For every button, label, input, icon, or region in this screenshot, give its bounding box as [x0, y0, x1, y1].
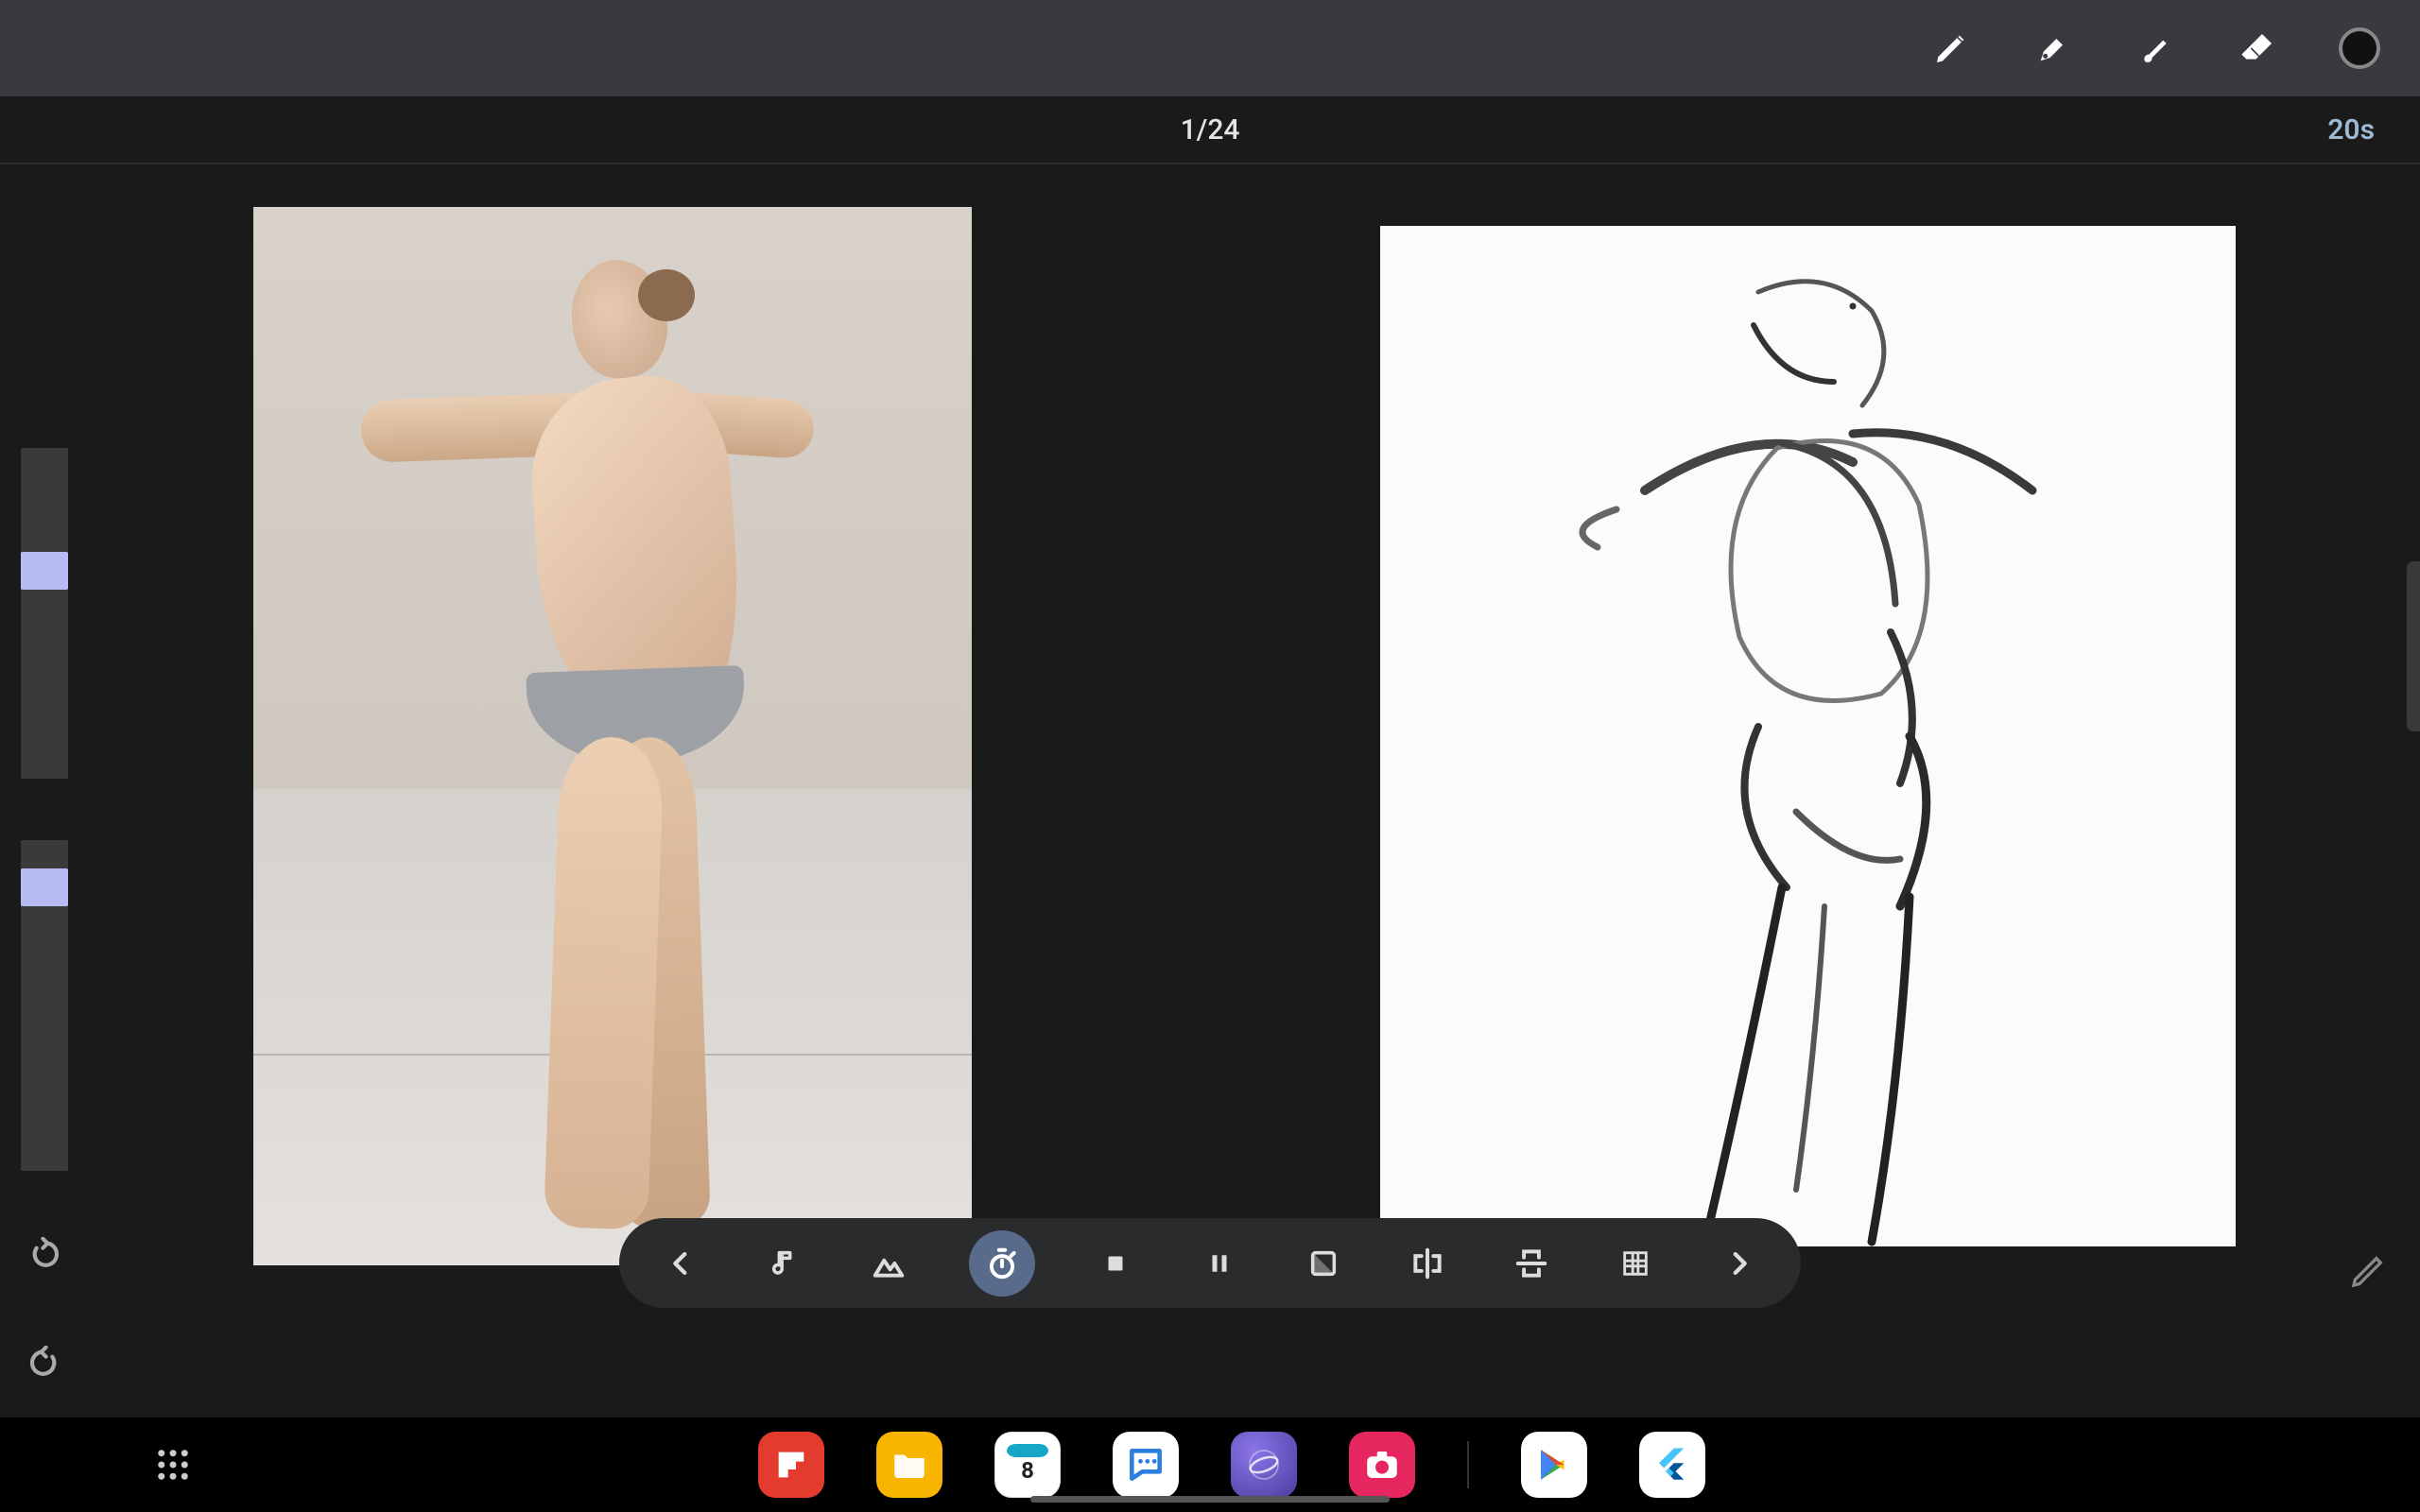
pause-icon — [1205, 1249, 1234, 1278]
play-store-icon — [1534, 1445, 1574, 1485]
home-indicator[interactable] — [1030, 1496, 1390, 1503]
playback-toolbar — [619, 1218, 1801, 1308]
right-panel-handle[interactable] — [2407, 561, 2420, 731]
chevron-left-icon — [665, 1247, 697, 1280]
undo-icon — [26, 1346, 63, 1383]
taskbar-divider — [1467, 1441, 1469, 1488]
taskbar-apps: 8 — [195, 1432, 2269, 1498]
workspace — [0, 164, 2420, 1418]
side-controls — [21, 448, 68, 1388]
filter-button[interactable] — [865, 1240, 912, 1287]
status-bar: 1/24 20s — [0, 96, 2420, 164]
timer-button[interactable] — [969, 1230, 1035, 1297]
stop-icon — [1101, 1249, 1130, 1278]
flip-vertical-button[interactable] — [1508, 1240, 1555, 1287]
progress-counter: 1/24 — [1181, 113, 1240, 146]
globe-icon — [1245, 1446, 1283, 1484]
redo-button[interactable] — [21, 1232, 68, 1280]
app-drawer-button[interactable] — [151, 1443, 195, 1486]
audio-button[interactable] — [761, 1240, 808, 1287]
color-swatch-icon — [2339, 27, 2380, 69]
color-picker[interactable] — [2337, 26, 2382, 71]
flipboard-icon — [772, 1446, 810, 1484]
pencil-icon — [1932, 29, 1970, 67]
opacity-slider[interactable] — [21, 840, 68, 1171]
svg-text:8: 8 — [1021, 1457, 1034, 1484]
pause-button[interactable] — [1196, 1240, 1243, 1287]
app-flipboard[interactable] — [758, 1432, 824, 1498]
eraser-tool[interactable] — [2235, 26, 2280, 71]
folder-icon — [890, 1445, 929, 1485]
figure-placeholder — [361, 260, 864, 1233]
next-button[interactable] — [1716, 1240, 1763, 1287]
slider-thumb[interactable] — [21, 552, 68, 590]
apps-grid-icon — [153, 1445, 193, 1485]
flip-horizontal-icon — [1409, 1246, 1445, 1281]
sketch-strokes — [1380, 226, 2236, 1246]
session-timer: 20s — [2327, 113, 2375, 146]
brush-size-slider[interactable] — [21, 448, 68, 779]
app-flutter[interactable] — [1639, 1432, 1705, 1498]
stopwatch-icon — [984, 1246, 1020, 1281]
undo-button[interactable] — [21, 1341, 68, 1388]
drawing-canvas[interactable] — [1380, 226, 2236, 1246]
redo-icon — [26, 1237, 63, 1275]
music-note-icon — [769, 1247, 801, 1280]
camera-icon — [1362, 1445, 1402, 1485]
brush-tool[interactable] — [2133, 26, 2178, 71]
slider-thumb[interactable] — [21, 868, 68, 906]
chat-icon — [1125, 1444, 1167, 1486]
app-messages[interactable] — [1113, 1432, 1179, 1498]
app-calendar[interactable]: 8 — [994, 1432, 1061, 1498]
calendar-icon: 8 — [1001, 1438, 1054, 1491]
flutter-icon — [1652, 1445, 1692, 1485]
pencil-icon — [2349, 1252, 2387, 1290]
system-taskbar: 8 — [0, 1418, 2420, 1512]
top-toolbar — [0, 0, 2420, 96]
grid-icon — [1619, 1247, 1651, 1280]
mountains-icon — [871, 1246, 907, 1281]
flip-vertical-icon — [1513, 1246, 1549, 1281]
pen-tool[interactable] — [2031, 26, 2076, 71]
edit-button[interactable] — [2344, 1247, 2392, 1295]
prev-button[interactable] — [657, 1240, 704, 1287]
reference-image[interactable] — [253, 207, 972, 1265]
flip-horizontal-button[interactable] — [1404, 1240, 1451, 1287]
chevron-right-icon — [1723, 1247, 1755, 1280]
brush-icon — [2136, 29, 2174, 67]
contrast-button[interactable] — [1300, 1240, 1347, 1287]
draw-tool[interactable] — [1928, 26, 1974, 71]
stop-button[interactable] — [1092, 1240, 1139, 1287]
app-browser[interactable] — [1231, 1432, 1297, 1498]
eraser-icon — [2238, 29, 2276, 67]
contrast-icon — [1307, 1247, 1340, 1280]
grid-button[interactable] — [1612, 1240, 1659, 1287]
app-camera[interactable] — [1349, 1432, 1415, 1498]
app-files[interactable] — [876, 1432, 942, 1498]
app-play-store[interactable] — [1521, 1432, 1587, 1498]
pen-icon — [2034, 29, 2072, 67]
